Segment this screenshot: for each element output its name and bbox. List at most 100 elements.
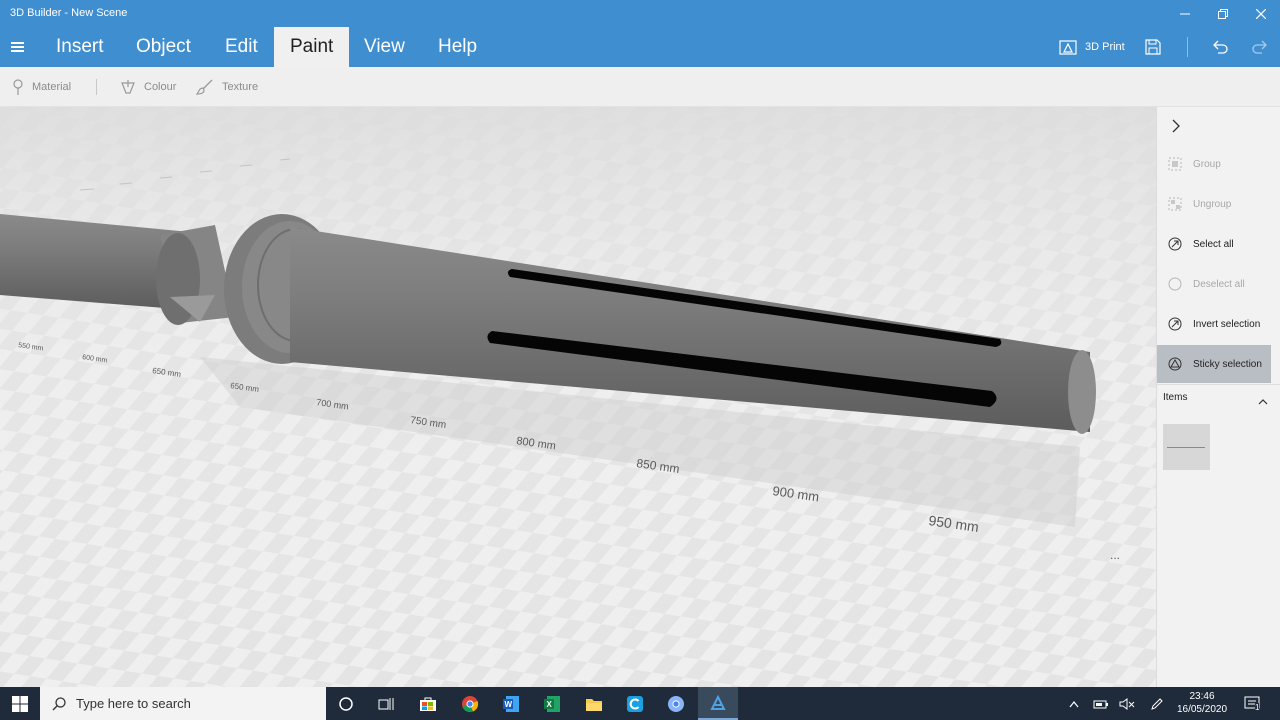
clock[interactable]: 23:46 16/05/2020: [1174, 690, 1230, 716]
menu-object[interactable]: Object: [120, 27, 207, 67]
file-explorer-app[interactable]: [574, 687, 614, 720]
pen-icon: [1151, 697, 1163, 710]
store-app[interactable]: [408, 687, 448, 720]
3d-builder-icon: [710, 694, 726, 710]
group-button[interactable]: Group: [1157, 145, 1271, 183]
item-thumbnail[interactable]: [1163, 424, 1210, 470]
pen-workspace[interactable]: [1146, 687, 1168, 720]
excel-app[interactable]: X: [532, 687, 572, 720]
menu-bar: Insert Object Edit Paint View Help 3D Pr…: [0, 27, 1280, 67]
invert-selection-label: Invert selection: [1193, 318, 1261, 330]
task-view-icon: [378, 697, 394, 710]
store-icon: [420, 697, 436, 711]
title-bar: 3D Builder - New Scene: [0, 0, 1280, 27]
excel-icon: X: [544, 695, 560, 712]
3d-print-icon: [1059, 40, 1077, 55]
svg-text:W: W: [505, 700, 513, 709]
paintbrush-icon: [196, 79, 213, 95]
select-all-label: Select all: [1193, 238, 1234, 250]
chrome-icon: [668, 695, 684, 712]
panel-divider: [1157, 384, 1280, 385]
chrome-app-2[interactable]: [656, 687, 696, 720]
menu-help[interactable]: Help: [422, 27, 493, 67]
redo-button[interactable]: [1251, 27, 1269, 67]
clock-date: 16/05/2020: [1176, 704, 1228, 715]
clock-time: 23:46: [1189, 691, 1215, 702]
items-collapse-button[interactable]: [1257, 394, 1269, 412]
deselect-all-icon: [1167, 276, 1183, 292]
restore-icon: [1218, 8, 1228, 19]
close-button[interactable]: [1242, 0, 1280, 27]
texture-label: Texture: [222, 81, 259, 93]
3d-builder-app[interactable]: [698, 687, 738, 720]
selection-panel: Group Ungroup Select all Deselect all In…: [1156, 107, 1280, 687]
invert-selection-button[interactable]: Invert selection: [1157, 305, 1271, 343]
minimize-button[interactable]: [1166, 0, 1204, 27]
menu-paint[interactable]: Paint: [274, 27, 350, 67]
group-icon: [1167, 156, 1183, 172]
menu-view[interactable]: View: [348, 27, 421, 67]
material-button[interactable]: Material: [12, 77, 71, 97]
colour-button[interactable]: Colour: [120, 77, 176, 97]
windows-logo-icon: [12, 695, 28, 712]
chevron-right-icon: [1172, 119, 1180, 133]
cortana-button[interactable]: [326, 687, 366, 720]
scene-canvas: 550 mm 600 mm 650 mm 650 mm 700 mm 750 m…: [0, 107, 1156, 687]
deselect-all-button[interactable]: Deselect all: [1157, 265, 1271, 303]
sticky-selection-label: Sticky selection: [1193, 358, 1262, 370]
model-end-cap: [1068, 350, 1096, 434]
texture-button[interactable]: Texture: [196, 77, 258, 97]
chevron-up-icon: [1069, 700, 1079, 707]
notification-count: 1: [1255, 703, 1260, 712]
word-app[interactable]: W: [491, 687, 531, 720]
select-all-icon: [1167, 236, 1183, 252]
volume-status[interactable]: [1116, 687, 1138, 720]
paint-toolbar: Material Colour Texture: [0, 67, 1280, 107]
collapse-panel-button[interactable]: [1167, 117, 1185, 135]
taskbar-search[interactable]: Type here to search: [40, 687, 326, 720]
start-button[interactable]: [0, 687, 40, 720]
material-icon: [13, 79, 23, 95]
chrome-app[interactable]: [450, 687, 490, 720]
ungroup-button[interactable]: Ungroup: [1157, 185, 1271, 223]
window-title: 3D Builder - New Scene: [10, 7, 128, 19]
hamburger-menu-icon[interactable]: [8, 38, 28, 56]
svg-text:X: X: [547, 700, 553, 709]
minimize-icon: [1180, 13, 1190, 14]
deselect-all-label: Deselect all: [1193, 278, 1245, 290]
menu-divider: [1187, 37, 1188, 57]
maximize-button[interactable]: [1204, 0, 1242, 27]
battery-status[interactable]: [1090, 687, 1112, 720]
word-icon: W: [503, 695, 519, 712]
3d-viewport[interactable]: 550 mm 600 mm 650 mm 650 mm 700 mm 750 m…: [0, 107, 1156, 687]
colour-label: Colour: [144, 81, 177, 93]
folder-icon: [586, 698, 602, 711]
select-all-button[interactable]: Select all: [1157, 225, 1271, 263]
undo-button[interactable]: [1211, 27, 1229, 67]
show-hidden-icons[interactable]: [1064, 687, 1084, 720]
menu-insert[interactable]: Insert: [40, 27, 120, 67]
sticky-selection-button[interactable]: Sticky selection: [1157, 345, 1271, 383]
c-app-icon: [627, 695, 643, 712]
save-icon: [1145, 39, 1161, 55]
ruler-more-marker: ...: [1110, 548, 1120, 562]
group-label: Group: [1193, 158, 1221, 170]
save-button[interactable]: [1145, 27, 1161, 67]
taskbar: Type here to search W X 23:46 16/05/2020…: [0, 687, 1280, 720]
3d-print-button[interactable]: 3D Print: [1059, 27, 1125, 67]
search-icon: [52, 696, 66, 710]
redo-icon: [1252, 40, 1267, 54]
ungroup-label: Ungroup: [1193, 198, 1232, 210]
3d-print-label: 3D Print: [1085, 41, 1125, 53]
cortana-app[interactable]: [615, 687, 655, 720]
menu-edit[interactable]: Edit: [209, 27, 274, 67]
action-center-button[interactable]: 1: [1240, 687, 1266, 720]
task-view-button[interactable]: [366, 687, 406, 720]
search-placeholder: Type here to search: [76, 696, 191, 711]
volume-muted-icon: [1119, 697, 1135, 710]
material-label: Material: [32, 81, 72, 93]
paint-bucket-icon: [121, 80, 135, 94]
sticky-selection-icon: [1167, 356, 1183, 372]
undo-icon: [1213, 40, 1228, 54]
battery-icon: [1093, 700, 1108, 708]
